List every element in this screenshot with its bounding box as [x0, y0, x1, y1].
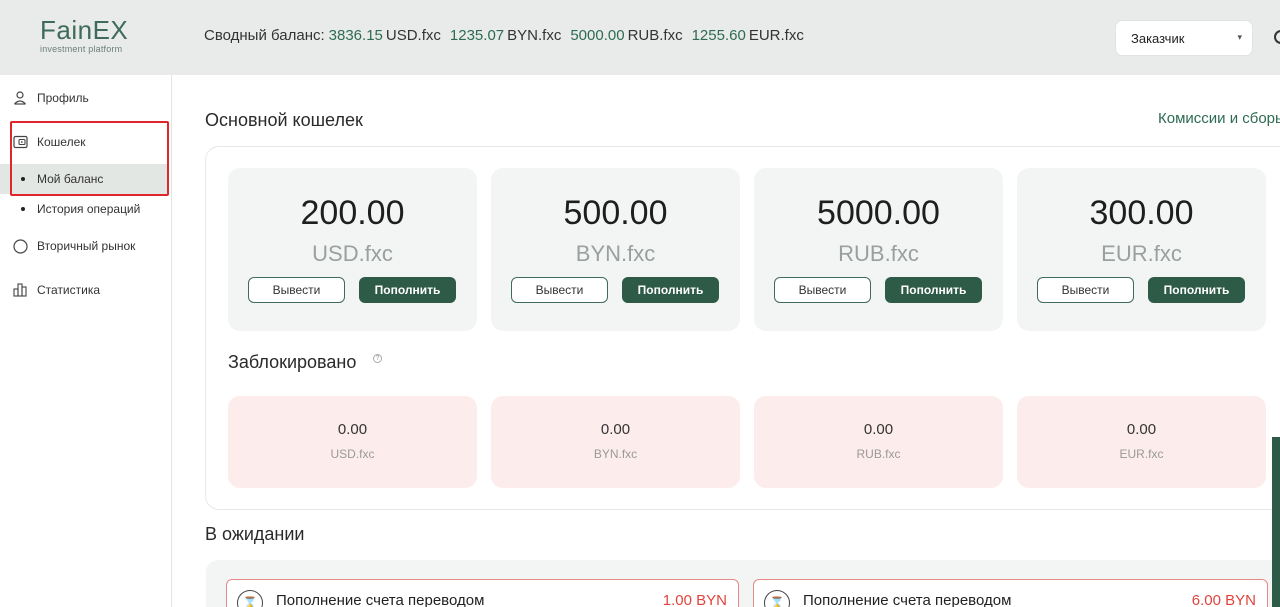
withdraw-button[interactable]: Вывести — [774, 277, 871, 303]
blocked-card-rub: 0.00 RUB.fxc — [754, 396, 1003, 488]
blocked-currency: RUB.fxc — [856, 447, 901, 461]
user-icon[interactable] — [1274, 30, 1280, 44]
logo-subtitle: investment platform — [40, 44, 123, 54]
hourglass-icon: ⌛ — [237, 590, 263, 607]
blocked-card-usd: 0.00 USD.fxc — [228, 396, 477, 488]
deposit-button[interactable]: Пополнить — [622, 277, 719, 303]
pending-title: В ожидании — [205, 524, 305, 544]
side-tab-strip[interactable] — [1272, 437, 1280, 607]
withdraw-button[interactable]: Вывести — [1037, 277, 1134, 303]
chevron-down-icon: ▾ — [1237, 32, 1242, 42]
card-currency: EUR.fxc — [1101, 241, 1182, 266]
blocked-currency: USD.fxc — [330, 447, 375, 461]
card-amount: 5000.00 — [817, 194, 940, 232]
sidebar-item-label: Профиль — [37, 91, 89, 105]
card-amount: 200.00 — [300, 194, 405, 232]
currency-card-usd: 200.00 USD.fxc Вывести Пополнить — [228, 168, 477, 331]
blocked-amount: 0.00 — [863, 421, 894, 438]
balance-amount: 3836.15 — [328, 27, 383, 44]
card-amount: 300.00 — [1089, 194, 1194, 232]
pending-item-text: Пополнение счета переводом — [276, 592, 485, 607]
balance-currency: RUB.fxc — [627, 27, 683, 44]
blocked-card-eur: 0.00 EUR.fxc — [1017, 396, 1266, 488]
deposit-button[interactable]: Пополнить — [885, 277, 982, 303]
page-title: Основной кошелек — [205, 110, 363, 130]
currency-card-rub: 5000.00 RUB.fxc Вывести Пополнить — [754, 168, 1003, 331]
card-amount: 500.00 — [563, 194, 668, 232]
blocked-card-byn: 0.00 BYN.fxc — [491, 396, 740, 488]
currency-card-eur: 300.00 EUR.fxc Вывести Пополнить — [1017, 168, 1266, 331]
withdraw-button[interactable]: Вывести — [511, 277, 608, 303]
balance-currency: EUR.fxc — [748, 27, 804, 44]
balance-amount: 1255.60 — [691, 27, 746, 44]
sidebar-subitem-history[interactable]: История операций — [0, 194, 168, 224]
summary-balance-label: Сводный баланс: — [204, 27, 325, 44]
blocked-amount: 0.00 — [337, 421, 368, 438]
bullet-icon — [21, 207, 25, 211]
currency-card-byn: 500.00 BYN.fxc Вывести Пополнить — [491, 168, 740, 331]
fees-link[interactable]: Комиссии и сборы — [1158, 110, 1280, 127]
sidebar-item-profile[interactable]: Профиль — [0, 83, 172, 113]
card-currency: RUB.fxc — [838, 241, 919, 266]
sidebar-item-label: Вторичный рынок — [37, 239, 136, 253]
pending-item-amount: 1.00 BYN — [662, 592, 727, 607]
summary-balance: Сводный баланс: 3836.15 USD.fxc 1235.07 BYN.… — [204, 27, 809, 44]
balance-amount: 5000.00 — [570, 27, 625, 44]
deposit-button[interactable]: Пополнить — [359, 277, 456, 303]
chart-icon — [12, 282, 28, 298]
top-header: FainEX investment platform Сводный балан… — [0, 0, 1280, 75]
highlight-annotation — [10, 121, 169, 196]
balance-amount: 1235.07 — [449, 27, 505, 44]
sidebar-item-secondary-market[interactable]: Вторичный рынок — [0, 231, 172, 261]
pending-item-text: Пополнение счета переводом — [803, 592, 1012, 607]
balance-currency: USD.fxc — [385, 27, 441, 44]
logo[interactable]: FainEX investment platform — [40, 16, 150, 54]
card-currency: USD.fxc — [312, 241, 393, 266]
withdraw-button[interactable]: Вывести — [248, 277, 345, 303]
pending-item[interactable]: ⌛ Пополнение счета переводом 1.00 BYN — [226, 579, 739, 607]
sidebar-item-label: Статистика — [37, 283, 101, 297]
sidebar-subitem-label: История операций — [37, 202, 141, 216]
deposit-button[interactable]: Пополнить — [1148, 277, 1245, 303]
blocked-currency: BYN.fxc — [593, 447, 638, 461]
blocked-amount: 0.00 — [600, 421, 631, 438]
role-select-value: Заказчик — [1131, 31, 1185, 46]
hourglass-icon: ⌛ — [764, 590, 790, 607]
blocked-title: Заблокировано — [228, 352, 357, 372]
pending-item[interactable]: ⌛ Пополнение счета переводом 6.00 BYN — [753, 579, 1268, 607]
role-select[interactable]: Заказчик ▾ — [1115, 20, 1253, 56]
blocked-currency: EUR.fxc — [1119, 447, 1164, 461]
blocked-amount: 0.00 — [1126, 421, 1157, 438]
help-icon[interactable]: ? — [373, 354, 382, 363]
sidebar-item-statistics[interactable]: Статистика — [0, 275, 172, 305]
circle-icon — [12, 238, 28, 254]
balance-currency: BYN.fxc — [507, 27, 562, 44]
card-currency: BYN.fxc — [575, 241, 656, 266]
pending-item-amount: 6.00 BYN — [1191, 592, 1256, 607]
user-icon — [12, 90, 28, 106]
logo-text: FainEX — [40, 15, 129, 45]
